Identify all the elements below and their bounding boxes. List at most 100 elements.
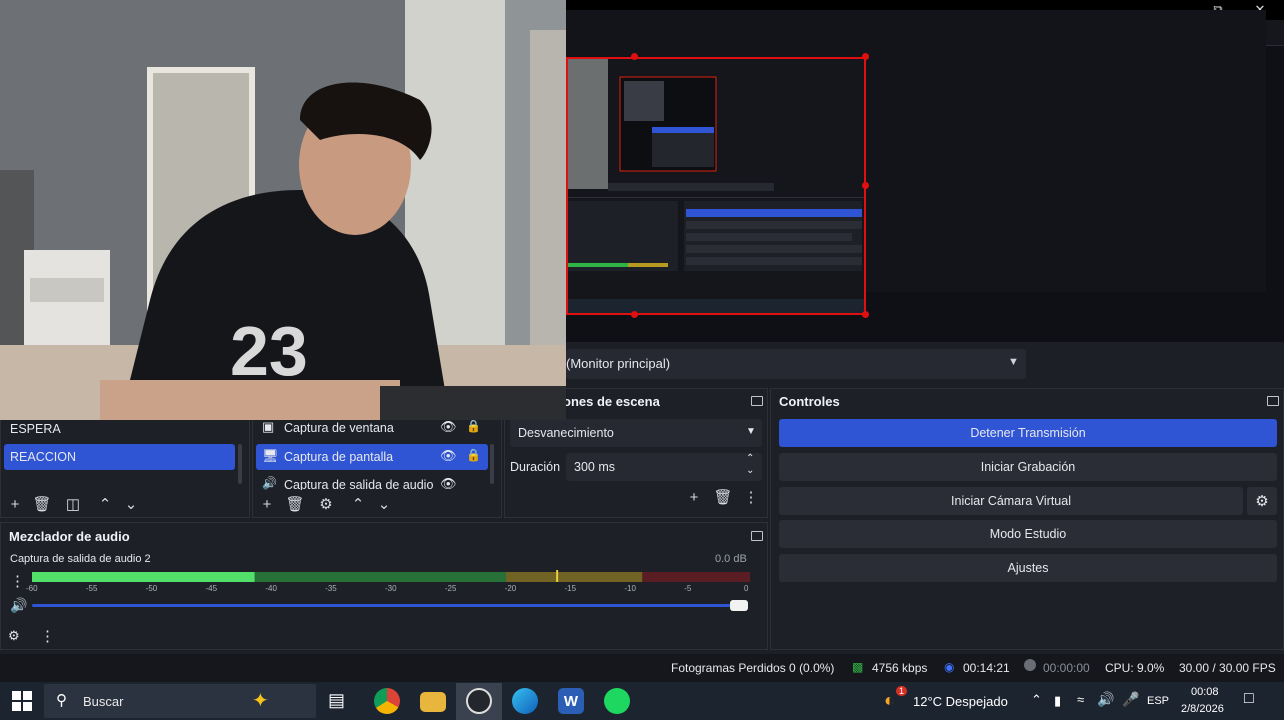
more-options-icon[interactable]: ⋮ [40, 627, 55, 645]
studio-mode-button[interactable]: Modo Estudio [779, 520, 1277, 548]
chevron-down-icon[interactable]: ⌄ [746, 465, 754, 476]
fps-readout: 30.00 / 30.00 FPS [1179, 661, 1276, 675]
windows-start-icon[interactable] [12, 691, 32, 711]
task-view-icon[interactable]: ▤ [328, 690, 345, 711]
resize-handle[interactable] [631, 53, 638, 60]
dock-title: ones de escena [563, 394, 660, 409]
microphone-icon[interactable]: 🎤 [1122, 691, 1139, 708]
weather-icon[interactable]: ◐ [884, 690, 895, 711]
scene-item-selected[interactable]: REACCION [4, 444, 235, 470]
resize-handle[interactable] [631, 311, 638, 318]
meter-tick-label: -10 [624, 584, 636, 593]
source-selector[interactable]: (Monitor principal) ▼ [566, 349, 1026, 379]
volume-slider[interactable] [32, 604, 744, 607]
meter-tick-label: -60 [26, 584, 38, 593]
scene-filter-icon[interactable]: ◫ [62, 493, 84, 515]
transition-select[interactable]: Desvanecimiento ▼ [510, 419, 762, 447]
meter-level [32, 572, 255, 582]
lock-icon[interactable]: 🔒 [466, 419, 481, 433]
chevron-up-icon[interactable]: ⌃ [746, 453, 754, 464]
transition-select-value: Desvanecimiento [518, 426, 614, 440]
float-dock-icon[interactable] [751, 531, 763, 541]
weather-badge: 1 [896, 686, 908, 696]
source-item-selected[interactable]: 🖥 Captura de pantalla 👁 🔒 [256, 444, 488, 470]
audio-channel-name: Captura de salida de audio 2 [10, 553, 151, 565]
chevron-down-icon[interactable]: ⌄ [120, 493, 142, 515]
weather-text[interactable]: 12°C Despejado [913, 694, 1008, 709]
resize-handle[interactable] [862, 311, 869, 318]
stop-stream-button[interactable]: Detener Transmisión [779, 419, 1277, 447]
eye-icon[interactable]: 👁 [440, 476, 457, 490]
trash-icon[interactable]: 🗑 [31, 493, 53, 515]
float-dock-icon[interactable] [1267, 396, 1279, 406]
more-options-icon[interactable]: ⋮ [740, 486, 762, 508]
dock-title: Mezclador de audio [9, 529, 130, 544]
volume-icon[interactable]: 🔊 [1097, 691, 1114, 708]
scrollbar[interactable] [238, 444, 242, 484]
search-placeholder: Buscar [83, 694, 124, 709]
record-icon [1024, 659, 1036, 671]
chevron-down-icon[interactable]: ▼ [1008, 356, 1019, 368]
meter-scale: -60 -55 -50 -45 -40 -35 -30 -25 -20 -15 -10 -5 0 [26, 584, 752, 596]
word-icon[interactable]: W [558, 688, 584, 714]
start-recording-button[interactable]: Iniciar Grabación [779, 453, 1277, 481]
eye-icon[interactable]: 👁 [440, 448, 457, 464]
wifi-icon[interactable]: ≈ [1077, 692, 1084, 707]
battery-icon[interactable]: ▮ [1054, 693, 1061, 709]
duration-value: 300 ms [574, 460, 615, 474]
add-source-button[interactable]: + [256, 493, 278, 515]
nested-obs-screen [568, 59, 864, 313]
more-options-icon[interactable]: ⋮ [10, 572, 25, 590]
source-item-label: Captura de ventana [284, 421, 394, 435]
edge-icon[interactable] [512, 688, 538, 714]
source-item-label: Captura de salida de audio [284, 478, 434, 490]
clock-date[interactable]: 2/8/2026 [1181, 703, 1224, 715]
advanced-audio-icon[interactable]: ⚙ [8, 628, 20, 644]
resize-handle[interactable] [862, 182, 869, 189]
chevron-up-icon[interactable]: ⌃ [1031, 692, 1042, 708]
settings-button[interactable]: Ajustes [779, 554, 1277, 582]
resize-handle[interactable] [862, 53, 869, 60]
scrollbar[interactable] [490, 444, 494, 484]
add-transition-button[interactable]: + [683, 486, 705, 508]
add-scene-button[interactable]: + [4, 493, 26, 515]
gear-icon[interactable]: ⚙ [1247, 487, 1277, 515]
chevron-up-icon[interactable]: ⌃ [94, 493, 116, 515]
meter-zone [642, 572, 750, 582]
cpu-usage: CPU: 9.0% [1105, 661, 1165, 675]
webcam-overlay[interactable]: 23 [0, 0, 566, 420]
search-highlight-icon: ✦ [252, 690, 269, 712]
trash-icon[interactable]: 🗑 [712, 486, 734, 508]
search-icon: ⚲ [56, 692, 67, 709]
meter-tick-label: -40 [265, 584, 277, 593]
duration-spinbox[interactable]: 300 ms ⌃ ⌄ [566, 453, 762, 481]
window-icon: ▣ [262, 419, 275, 434]
chevron-up-icon[interactable]: ⌃ [347, 493, 369, 515]
volume-slider-handle[interactable] [730, 600, 748, 611]
gear-icon[interactable]: ⚙ [315, 493, 337, 515]
record-time: 00:00:00 [1043, 661, 1090, 675]
speaker-icon[interactable]: 🔊 [10, 597, 27, 614]
lock-icon[interactable]: 🔒 [466, 448, 481, 462]
chrome-icon[interactable] [374, 688, 400, 714]
file-explorer-icon[interactable] [420, 692, 446, 712]
obs-icon [466, 688, 492, 714]
trash-icon[interactable]: 🗑 [284, 493, 306, 515]
start-virtual-camera-button[interactable]: Iniciar Cámara Virtual [779, 487, 1243, 515]
meter-tick-label: -55 [85, 584, 98, 593]
taskbar-search[interactable]: ⚲ Buscar ✦ [44, 684, 316, 718]
db-readout: 0.0 dB [715, 553, 747, 565]
screen-capture-source[interactable] [566, 57, 866, 315]
source-selector-value: (Monitor principal) [566, 356, 671, 371]
notifications-icon[interactable]: □ [1244, 690, 1254, 708]
float-dock-icon[interactable] [751, 396, 763, 406]
spotify-icon[interactable] [604, 688, 630, 714]
scene-item[interactable]: ESPERA [10, 422, 61, 436]
source-item[interactable]: 🔊 Captura de salida de audio 👁 [256, 474, 488, 490]
duration-label: Duración [510, 460, 561, 474]
clock-time[interactable]: 00:08 [1191, 686, 1219, 698]
obs-taskbar-active[interactable] [456, 683, 502, 720]
chevron-down-icon[interactable]: ⌄ [373, 493, 395, 515]
eye-icon[interactable]: 👁 [440, 419, 457, 435]
language-indicator[interactable]: ESP [1147, 695, 1169, 707]
